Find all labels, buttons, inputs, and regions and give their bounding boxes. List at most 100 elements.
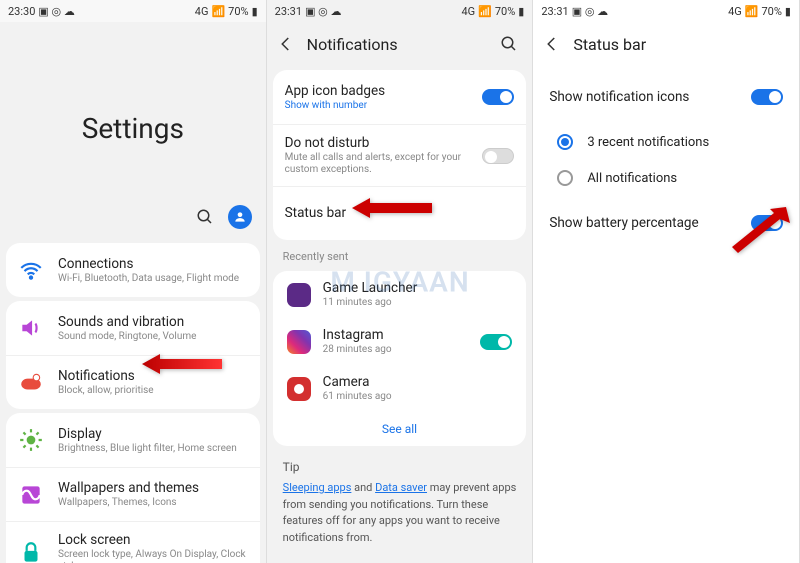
- show-notification-icons-row[interactable]: Show notification icons: [533, 70, 799, 124]
- camera-icon: [287, 377, 311, 401]
- instagram-icon: [287, 330, 311, 354]
- radio-icon: [557, 170, 573, 186]
- page-title: Settings: [0, 112, 266, 145]
- status-network: 4G: [461, 5, 475, 18]
- recent-app-row[interactable]: Game Launcher 11 minutes ago: [273, 271, 527, 318]
- screen-header: Notifications: [267, 22, 533, 66]
- sound-icon: [18, 315, 44, 341]
- settings-card-3: Display Brightness, Blue light filter, H…: [6, 413, 260, 563]
- status-time: 23:31: [541, 5, 568, 18]
- display-title: Display: [58, 426, 248, 442]
- recent-app-row[interactable]: Instagram 28 minutes ago: [273, 318, 527, 365]
- tip-label: Tip: [283, 460, 517, 474]
- see-all-link[interactable]: See all: [273, 412, 527, 446]
- recently-sent-label: Recently sent: [267, 244, 533, 267]
- instagram-toggle[interactable]: [480, 334, 512, 350]
- sounds-title: Sounds and vibration: [58, 314, 248, 330]
- connections-row[interactable]: Connections Wi-Fi, Bluetooth, Data usage…: [6, 243, 260, 297]
- settings-card-1: Connections Wi-Fi, Bluetooth, Data usage…: [6, 243, 260, 297]
- display-icon: [18, 427, 44, 453]
- search-icon[interactable]: [500, 35, 518, 53]
- header-title: Notifications: [307, 35, 501, 54]
- notifications-row[interactable]: Notifications Block, allow, prioritise: [6, 355, 260, 409]
- badges-sub: Show with number: [285, 100, 483, 112]
- badges-toggle[interactable]: [482, 89, 514, 105]
- header-title: Status bar: [573, 35, 789, 54]
- connections-sub: Wi-Fi, Bluetooth, Data usage, Flight mod…: [58, 273, 248, 285]
- lockscreen-title: Lock screen: [58, 532, 248, 548]
- title-actions: [0, 205, 266, 239]
- status-battery: 70%: [228, 5, 248, 18]
- app-icon-badges-row[interactable]: App icon badges Show with number: [273, 70, 527, 124]
- radio-icon: [557, 134, 573, 150]
- radio-3-recent[interactable]: 3 recent notifications: [533, 124, 799, 160]
- status-time: 23:30: [8, 5, 35, 18]
- status-icons-left: ▣ ◎ ☁: [38, 5, 74, 18]
- status-bar-row[interactable]: Status bar: [273, 186, 527, 240]
- wifi-icon: [18, 257, 44, 283]
- sounds-row[interactable]: Sounds and vibration Sound mode, Rington…: [6, 301, 260, 355]
- display-row[interactable]: Display Brightness, Blue light filter, H…: [6, 413, 260, 467]
- status-bar-label: Status bar: [285, 205, 515, 221]
- radio-all[interactable]: All notifications: [533, 160, 799, 196]
- status-signal-icon: 📶: [478, 5, 492, 18]
- connections-title: Connections: [58, 256, 248, 272]
- radio-label: All notifications: [587, 171, 677, 186]
- show-battery-label: Show battery percentage: [549, 215, 751, 231]
- app-name: Camera: [323, 374, 513, 390]
- badges-title: App icon badges: [285, 83, 483, 99]
- app-name: Instagram: [323, 327, 481, 343]
- app-time: 11 minutes ago: [323, 297, 513, 309]
- recent-app-row[interactable]: Camera 61 minutes ago: [273, 365, 527, 412]
- back-icon[interactable]: [543, 35, 561, 53]
- status-bar: 23:31 ▣ ◎ ☁ 4G 📶 70% ▮: [267, 0, 533, 22]
- wallpapers-row[interactable]: Wallpapers and themes Wallpapers, Themes…: [6, 467, 260, 521]
- notifications-sub: Block, allow, prioritise: [58, 385, 248, 397]
- game-launcher-icon: [287, 283, 311, 307]
- status-network: 4G: [728, 5, 742, 18]
- battery-icon: ▮: [785, 5, 791, 18]
- status-bar: 23:31 ▣ ◎ ☁ 4G 📶 70% ▮: [533, 0, 799, 22]
- status-bar: 23:30 ▣ ◎ ☁ 4G 📶 70% ▮: [0, 0, 266, 22]
- status-battery: 70%: [761, 5, 781, 18]
- wallpapers-title: Wallpapers and themes: [58, 480, 248, 496]
- battery-icon: ▮: [518, 5, 524, 18]
- status-battery: 70%: [495, 5, 515, 18]
- lock-icon: [18, 540, 44, 563]
- screen-header: Status bar: [533, 22, 799, 66]
- lockscreen-row[interactable]: Lock screen Screen lock type, Always On …: [6, 521, 260, 563]
- status-signal-icon: 📶: [211, 5, 225, 18]
- dnd-row[interactable]: Do not disturb Mute all calls and alerts…: [273, 124, 527, 186]
- dnd-toggle[interactable]: [482, 148, 514, 164]
- wallpapers-icon: [18, 482, 44, 508]
- lockscreen-sub: Screen lock type, Always On Display, Clo…: [58, 549, 248, 563]
- app-time: 28 minutes ago: [323, 344, 481, 356]
- settings-card-2: Sounds and vibration Sound mode, Rington…: [6, 301, 260, 409]
- show-icons-toggle[interactable]: [751, 89, 783, 105]
- back-icon[interactable]: [277, 35, 295, 53]
- tip-block: Tip Sleeping apps and Data saver may pre…: [267, 450, 533, 556]
- show-battery-toggle[interactable]: [751, 215, 783, 231]
- app-time: 61 minutes ago: [323, 391, 513, 403]
- radio-label: 3 recent notifications: [587, 135, 709, 150]
- account-avatar[interactable]: [228, 205, 252, 229]
- recently-sent-card: Game Launcher 11 minutes ago Instagram 2…: [273, 271, 527, 446]
- notif-settings-card: App icon badges Show with number Do not …: [273, 70, 527, 240]
- search-icon[interactable]: [196, 208, 214, 226]
- sounds-sub: Sound mode, Ringtone, Volume: [58, 331, 248, 343]
- dnd-title: Do not disturb: [285, 135, 483, 151]
- display-sub: Brightness, Blue light filter, Home scre…: [58, 443, 248, 455]
- notifications-title: Notifications: [58, 368, 248, 384]
- status-signal-icon: 📶: [745, 5, 759, 18]
- tip-link-2[interactable]: Data saver: [375, 481, 427, 494]
- status-icons-left: ▣ ◎ ☁: [572, 5, 608, 18]
- tip-link-1[interactable]: Sleeping apps: [283, 481, 352, 494]
- status-bar-screen: 23:31 ▣ ◎ ☁ 4G 📶 70% ▮ Status bar Show n…: [533, 0, 800, 563]
- status-network: 4G: [195, 5, 209, 18]
- tip-body: Sleeping apps and Data saver may prevent…: [283, 480, 517, 546]
- dnd-sub: Mute all calls and alerts, except for yo…: [285, 152, 483, 176]
- status-time: 23:31: [275, 5, 302, 18]
- app-name: Game Launcher: [323, 280, 513, 296]
- notifications-screen: 23:31 ▣ ◎ ☁ 4G 📶 70% ▮ Notifications App…: [267, 0, 534, 563]
- show-battery-row[interactable]: Show battery percentage: [533, 196, 799, 250]
